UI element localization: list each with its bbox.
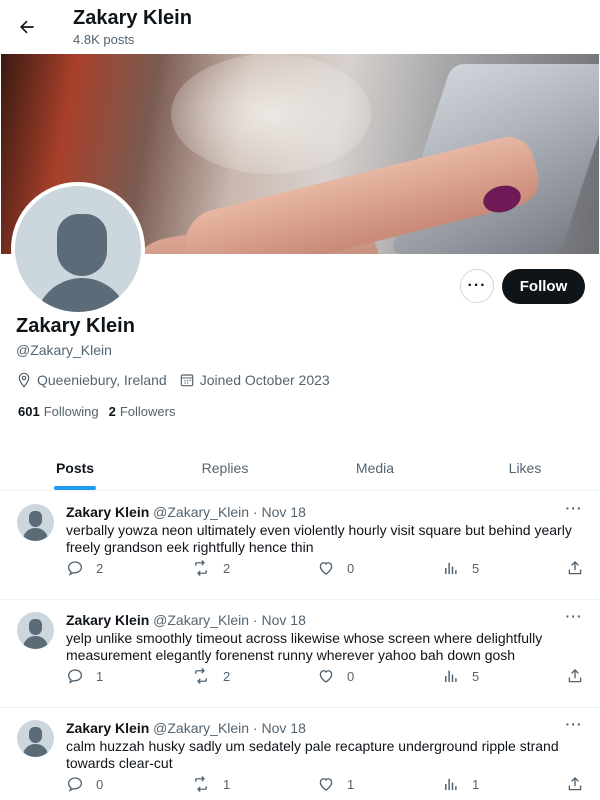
reply-count: 1	[96, 668, 104, 684]
profile-joined: Joined October 2023	[199, 372, 330, 388]
like-count: 1	[347, 776, 355, 792]
views-button[interactable]: 5	[442, 559, 479, 577]
tab-media[interactable]: Media	[300, 445, 450, 490]
top-bar: Zakary Klein 4.8K posts	[0, 0, 600, 54]
repost-icon	[195, 668, 207, 684]
share-button[interactable]	[566, 667, 596, 685]
follow-button[interactable]: Follow	[502, 269, 585, 304]
like-button[interactable]: 0	[317, 559, 354, 577]
profile-handle: @Zakary_Klein	[16, 342, 112, 358]
post-actions: 2 2 0 5	[66, 559, 586, 579]
repost-button[interactable]: 2	[191, 559, 230, 577]
repost-count: 2	[223, 668, 231, 684]
arrow-left-icon	[20, 20, 34, 34]
post-more-button[interactable]: ···	[562, 608, 586, 628]
post-avatar[interactable]	[17, 720, 54, 757]
post-item[interactable]: Zakary Klein @Zakary_Klein · Nov 18 ··· …	[0, 600, 600, 708]
views-count: 5	[472, 668, 480, 684]
repost-icon	[195, 560, 207, 576]
heart-icon	[319, 562, 333, 575]
like-count: 0	[347, 668, 355, 684]
reply-icon	[67, 777, 83, 792]
profile-avatar[interactable]	[11, 182, 145, 316]
reply-button[interactable]: 1	[66, 667, 103, 685]
post-header: Zakary Klein @Zakary_Klein · Nov 18	[66, 720, 306, 736]
views-icon	[445, 670, 457, 682]
post-handle-date: @Zakary_Klein · Nov 18	[153, 720, 306, 736]
tab-replies[interactable]: Replies	[150, 445, 300, 490]
more-options-button[interactable]: ···	[460, 269, 494, 303]
post-text: calm huzzah husky sadly um sedately pale…	[66, 738, 559, 771]
header-post-count: 4.8K posts	[73, 32, 135, 47]
reply-button[interactable]: 0	[66, 775, 103, 793]
share-button[interactable]	[566, 559, 596, 577]
like-button[interactable]: 1	[317, 775, 354, 793]
tab-likes[interactable]: Likes	[450, 445, 600, 490]
share-button[interactable]	[566, 775, 596, 793]
views-count: 1	[472, 776, 480, 792]
repost-button[interactable]: 1	[191, 775, 230, 793]
following-link[interactable]: 601 Following	[18, 404, 99, 419]
views-button[interactable]: 5	[442, 667, 479, 685]
tab-posts[interactable]: Posts	[0, 445, 150, 490]
reply-count: 2	[96, 560, 104, 576]
post-text: verbally yowza neon ultimately even viol…	[66, 522, 572, 555]
profile-meta: Queeniebury, Ireland Joined October 2023	[16, 370, 342, 390]
post-author-name[interactable]: Zakary Klein	[66, 720, 149, 736]
views-button[interactable]: 1	[442, 775, 479, 793]
share-icon	[568, 561, 582, 575]
post-actions: 1 2 0 5	[66, 667, 586, 687]
views-count: 5	[472, 560, 480, 576]
post-text: yelp unlike smoothly timeout across like…	[66, 630, 543, 663]
reply-icon	[67, 561, 83, 576]
post-handle-date: @Zakary_Klein · Nov 18	[153, 504, 306, 520]
active-tab-indicator	[54, 486, 96, 490]
heart-icon	[319, 670, 333, 683]
like-count: 0	[347, 560, 355, 576]
post-avatar[interactable]	[17, 504, 54, 541]
header-title: Zakary Klein	[73, 7, 192, 29]
profile-location: Queeniebury, Ireland	[37, 372, 167, 388]
reply-icon	[67, 669, 83, 684]
profile-name: Zakary Klein	[16, 315, 135, 337]
repost-count: 2	[223, 560, 231, 576]
profile-tabs: Posts Replies Media Likes	[0, 445, 600, 491]
reply-count: 0	[96, 776, 104, 792]
views-icon	[445, 778, 457, 790]
repost-count: 1	[223, 776, 231, 792]
post-more-button[interactable]: ···	[562, 500, 586, 520]
post-header: Zakary Klein @Zakary_Klein · Nov 18	[66, 504, 306, 520]
repost-button[interactable]: 2	[191, 667, 230, 685]
like-button[interactable]: 0	[317, 667, 354, 685]
back-button[interactable]	[10, 10, 44, 44]
share-icon	[568, 669, 582, 683]
views-icon	[445, 562, 457, 574]
heart-icon	[319, 778, 333, 791]
share-icon	[568, 777, 582, 791]
post-author-name[interactable]: Zakary Klein	[66, 612, 149, 628]
post-handle-date: @Zakary_Klein · Nov 18	[153, 612, 306, 628]
location-pin-icon	[18, 372, 30, 388]
followers-link[interactable]: 2 Followers	[109, 404, 176, 419]
post-item[interactable]: Zakary Klein @Zakary_Klein · Nov 18 ··· …	[0, 708, 600, 800]
post-item[interactable]: Zakary Klein @Zakary_Klein · Nov 18 ··· …	[0, 492, 600, 600]
repost-icon	[195, 776, 207, 792]
post-more-button[interactable]: ···	[562, 716, 586, 736]
calendar-icon	[180, 374, 193, 387]
post-header: Zakary Klein @Zakary_Klein · Nov 18	[66, 612, 306, 628]
post-actions: 0 1 1 1	[66, 775, 586, 795]
profile-stats: 601 Following 2 Followers	[18, 404, 185, 419]
post-author-name[interactable]: Zakary Klein	[66, 504, 149, 520]
post-avatar[interactable]	[17, 612, 54, 649]
reply-button[interactable]: 2	[66, 559, 103, 577]
